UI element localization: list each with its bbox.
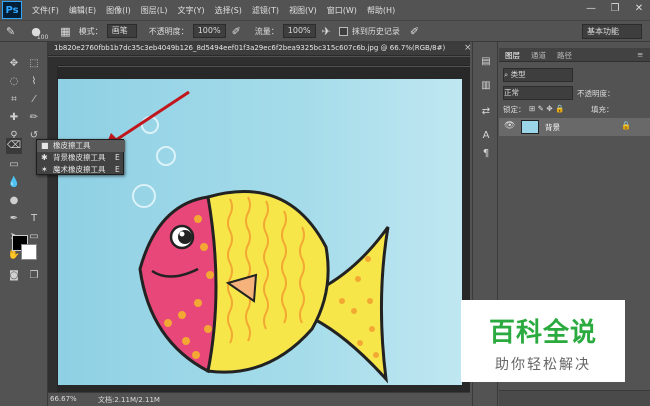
brush-size-value[interactable]: 100 [37,34,48,41]
document-tab[interactable]: 1b820e2760fbb1b7dc35c3eb4049b126_8d5494e… [48,42,472,56]
lock-icons[interactable]: ⊞ ✎ ✥ 🔒 [529,104,564,118]
airbrush-icon[interactable]: ✈ [322,25,331,38]
dodge-tool-icon[interactable]: ● [6,193,22,209]
quick-select-tool-icon[interactable]: ⌇ [26,74,42,90]
paragraph-panel-icon[interactable]: ¶ [478,146,494,162]
watermark-title: 百科全说 [488,318,597,348]
character-panel-icon[interactable]: A [478,128,494,144]
brush-panel-icon[interactable]: ▦ [60,25,70,38]
opacity-label: 不透明度： [148,26,189,36]
status-bar: 66.67% 文档:2.11M/2.11M [48,392,470,406]
document-title: 1b820e2760fbb1b7dc35c3eb4049b126_8d5494e… [54,44,446,52]
mode-label: 模式： [78,26,103,36]
panel-menu-icon[interactable]: ≡ [637,50,643,59]
restore-button[interactable]: ❐ [608,2,622,16]
layer-name: 背景 [545,123,560,132]
layer-opacity-label: 不透明度： [577,89,615,98]
quick-mask-icon[interactable]: ◙ [6,268,22,284]
close-window-button[interactable]: ✕ [632,2,646,16]
horizontal-ruler [58,57,470,66]
tab-channels[interactable]: 通道 [531,50,546,61]
magic-eraser-icon: ✶ [41,165,48,174]
pressure-size-icon[interactable]: ✐ [410,25,419,38]
flow-input[interactable]: 100% [282,24,316,38]
screen-mode-icon[interactable]: ❐ [26,268,42,284]
eraser-tool-icon[interactable]: ⌫ [6,138,22,154]
menu-window[interactable]: 窗口(W) [327,5,357,16]
watermark: 百科全说 助你轻松解决 [461,300,625,382]
panel-tabs: 图层 通道 路径 ≡ [499,48,650,62]
mode-select[interactable]: 画笔 [106,24,137,38]
properties-panel-icon[interactable]: ▥ [478,78,494,94]
menu-help[interactable]: 帮助(H) [367,5,395,16]
eye-icon[interactable]: 👁 [504,121,515,131]
move-tool-icon[interactable]: ✥ [6,56,22,72]
layers-panel-footer [499,390,650,406]
fill-label: 填充： [591,105,614,114]
crop-tool-icon[interactable]: ⌗ [6,92,22,108]
ruler-corner [48,57,58,66]
lock-icon[interactable]: 🔒 [621,121,631,130]
eraser-tools-flyout: ■ 橡皮擦工具 ✱ 背景橡皮擦工具 E ✶ 魔术橡皮擦工具 E [36,139,125,176]
layer-thumbnail [521,120,539,134]
tab-paths[interactable]: 路径 [557,50,572,61]
background-eraser-option[interactable]: ✱ 背景橡皮擦工具 E [37,152,125,164]
pressure-opacity-icon[interactable]: ✐ [232,25,241,38]
background-color-swatch[interactable] [21,244,37,260]
photoshop-logo: Ps [2,1,22,19]
menu-bar: Ps 文件(F) 编辑(E) 图像(I) 图层(L) 文字(Y) 选择(S) 滤… [0,0,650,20]
workspace-select[interactable]: 基本功能 [582,24,642,39]
tools-panel: ✥ ⬚ ◌ ⌇ ⌗ ⁄ ✚ ✏ ⚲ ↺ ⌫ ▭ 💧 ● ✒ T ➤ ▭ ✋ 🔍 … [0,42,48,406]
blend-mode-select[interactable]: 正常 [503,86,573,100]
menu-filter[interactable]: 滤镜(T) [252,5,279,16]
tab-layers[interactable]: 图层 [505,50,520,61]
pen-tool-icon[interactable]: ✒ [6,211,22,227]
opacity-input[interactable]: 100% [192,24,226,38]
eraser-icon: ■ [41,141,49,150]
menu-file[interactable]: 文件(F) [32,5,59,16]
blur-tool-icon[interactable]: 💧 [6,175,22,191]
eyedropper-tool-icon[interactable]: ⁄ [26,92,42,108]
menu-view[interactable]: 视图(V) [289,5,317,16]
healing-brush-tool-icon[interactable]: ✚ [6,110,22,126]
eraser-tool-option[interactable]: ■ 橡皮擦工具 [37,140,125,152]
marquee-tool-icon[interactable]: ⬚ [26,56,42,72]
search-icon: ⌕ [504,70,509,79]
lock-label: 锁定： [503,105,526,114]
brush-tool-icon[interactable]: ✏ [26,110,42,126]
options-bar: ✎ ● 100 ▦ 模式： 画笔 不透明度： 100% ✐ 流量： 100% ✈… [0,20,650,42]
menu-type[interactable]: 文字(Y) [177,5,204,16]
background-eraser-icon: ✱ [41,153,48,162]
erase-history-label: 抹到历史记录 [351,26,400,36]
flow-label: 流量： [254,26,279,36]
menu-edit[interactable]: 编辑(E) [69,5,96,16]
magic-eraser-option[interactable]: ✶ 魔术橡皮擦工具 E [37,164,125,176]
layer-row-background[interactable]: 👁 背景 🔒 [499,118,650,136]
adjustments-panel-icon[interactable]: ⇄ [478,104,494,120]
menu-image[interactable]: 图像(I) [106,5,131,16]
type-tool-icon[interactable]: T [26,211,42,227]
erase-history-checkbox[interactable] [338,26,348,36]
menu-layer[interactable]: 图层(L) [141,5,168,16]
menu-select[interactable]: 选择(S) [215,5,242,16]
vertical-ruler [48,66,58,392]
eraser-tool-preset-icon[interactable]: ✎ [6,25,15,38]
canvas-area[interactable] [58,67,470,392]
minimize-button[interactable]: — [584,2,598,16]
history-panel-icon[interactable]: ▤ [478,54,494,70]
lasso-tool-icon[interactable]: ◌ [6,74,22,90]
watermark-subtitle: 助你轻松解决 [495,357,591,373]
shape-tool-icon[interactable]: ▭ [26,229,42,245]
close-document-icon[interactable]: × [464,43,472,53]
gradient-tool-icon[interactable]: ▭ [6,157,22,173]
zoom-level[interactable]: 66.67% [50,395,77,403]
layer-filter-select[interactable]: ⌕ 类型 [503,68,573,82]
document-size: 文档:2.11M/2.11M [98,396,160,404]
